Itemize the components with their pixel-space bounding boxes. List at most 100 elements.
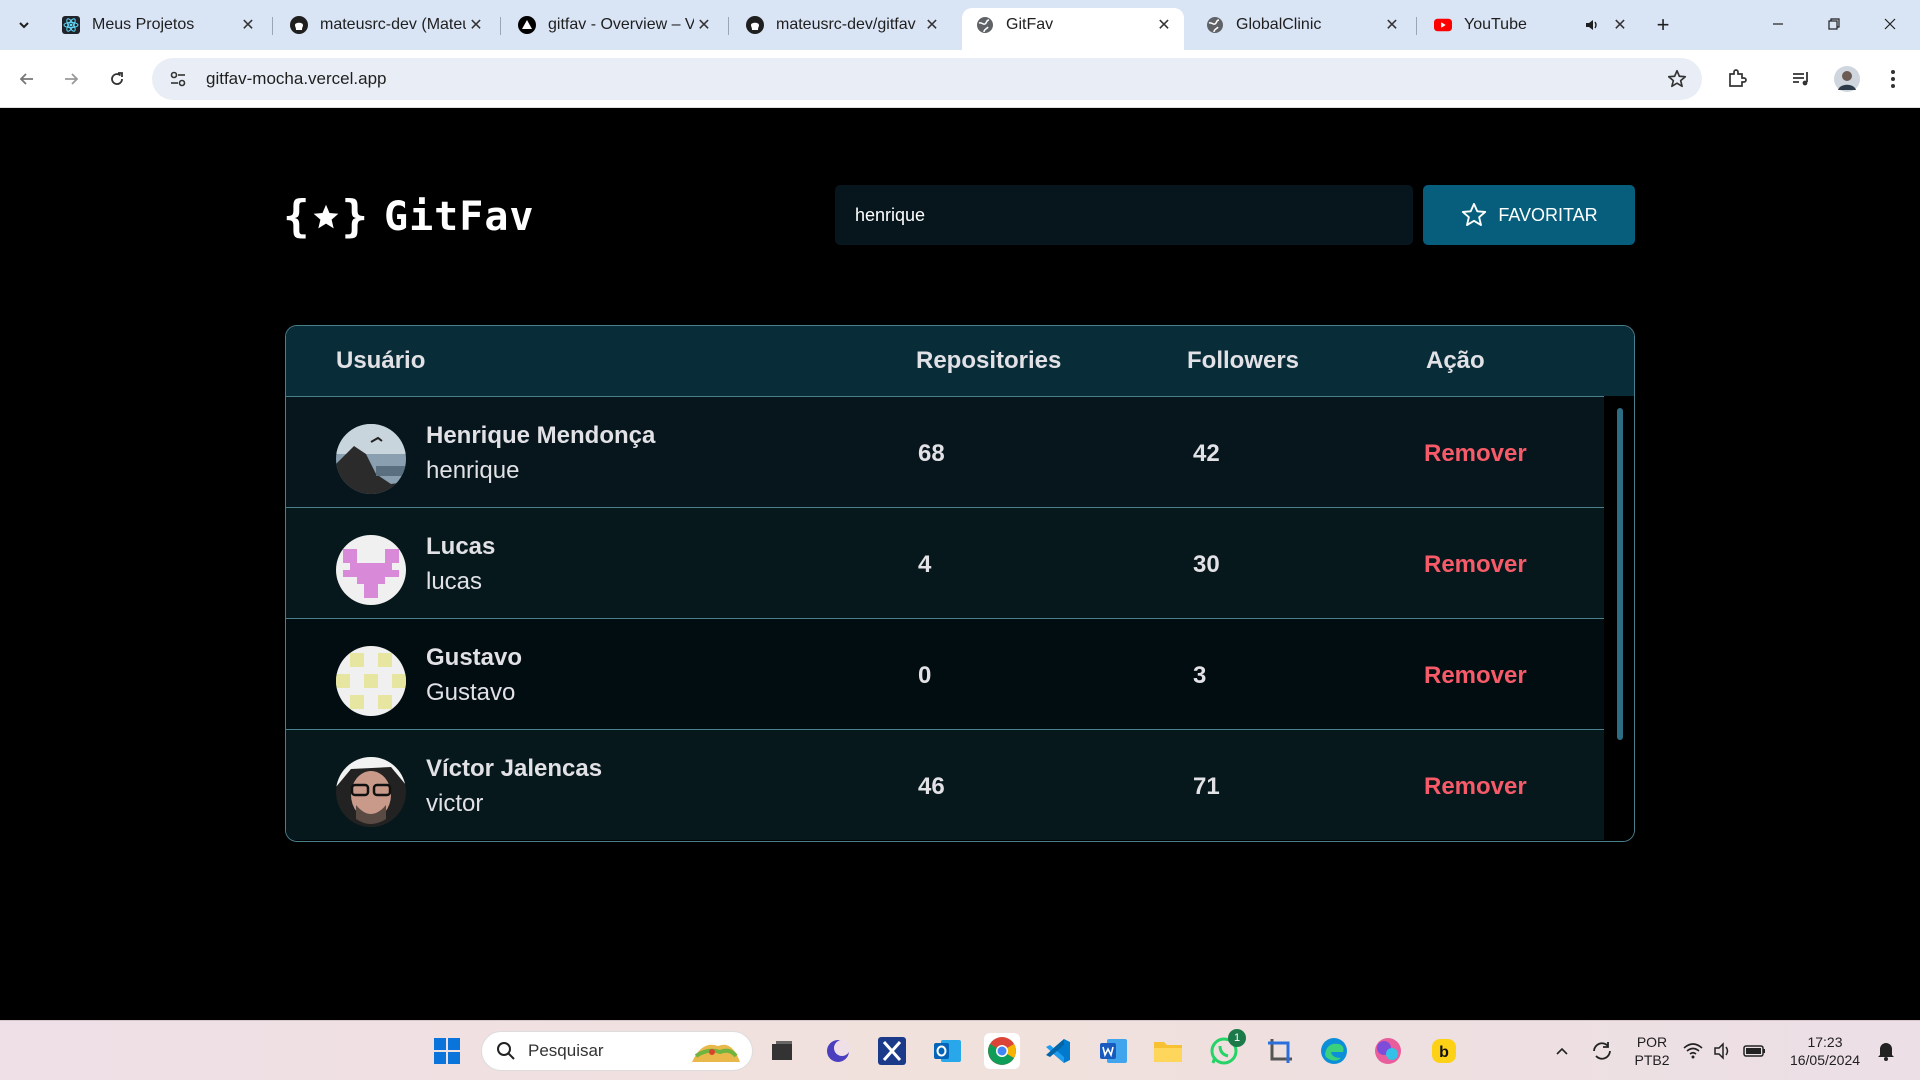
chrome-icon[interactable]	[984, 1033, 1020, 1069]
scrollbar-thumb[interactable]	[1617, 408, 1623, 740]
header-repositories: Repositories	[916, 347, 1062, 374]
user-name: Lucas	[426, 533, 496, 560]
repositories-count: 68	[918, 440, 945, 467]
chevron-up-icon[interactable]	[1544, 1033, 1580, 1069]
search-icon	[497, 1042, 515, 1060]
windows-taskbar: Pesquisar 1 b POR PTB2 17:23 16/05/2024	[0, 1020, 1920, 1080]
tab-separator	[1416, 17, 1417, 35]
media-control-icon[interactable]	[1786, 64, 1816, 94]
header-action: Ação	[1426, 347, 1485, 374]
repositories-count: 46	[918, 773, 945, 800]
logo-text: GitFav	[384, 193, 535, 240]
address-bar[interactable]: gitfav-mocha.vercel.app	[152, 58, 1702, 100]
user-login: henrique	[426, 457, 520, 484]
remove-button[interactable]: Remover	[1424, 773, 1527, 801]
tab-gitfav[interactable]: GitFav ✕	[962, 8, 1184, 50]
close-icon[interactable]: ✕	[922, 15, 942, 35]
speaker-icon[interactable]	[1582, 15, 1602, 35]
notification-bell-icon[interactable]	[1872, 1033, 1900, 1069]
tab-title: mateusrc-dev/gitfav	[776, 16, 916, 33]
tab-globalclinic[interactable]: GlobalClinic ✕	[1192, 8, 1412, 42]
tab-title: GitFav	[1006, 16, 1054, 33]
close-icon[interactable]: ✕	[1382, 15, 1402, 35]
tab-search-button[interactable]	[8, 9, 40, 41]
logo-brace-close: }	[341, 191, 369, 242]
favorites-table: Usuário Repositories Followers Ação Henr…	[285, 325, 1635, 842]
reload-icon[interactable]	[100, 62, 134, 96]
task-view-icon[interactable]	[764, 1033, 800, 1069]
minimize-icon[interactable]	[1754, 8, 1802, 40]
table-row: Henrique Mendonça henrique 68 42 Remover	[286, 396, 1604, 507]
gitfav-logo: { } GitFav	[283, 191, 535, 242]
user-name: Gustavo	[426, 644, 523, 671]
tab-separator	[728, 17, 729, 35]
close-icon[interactable]: ✕	[694, 15, 714, 35]
logo-star-icon	[313, 204, 338, 228]
volume-icon[interactable]	[1710, 1033, 1736, 1069]
browser-tab-bar: Meus Projetos ✕ mateusrc-dev (Mateus ✕ g…	[0, 0, 1920, 50]
close-icon[interactable]: ✕	[238, 15, 258, 35]
globe-icon	[1206, 16, 1224, 34]
word-icon[interactable]	[1096, 1033, 1132, 1069]
profile-avatar[interactable]	[1832, 64, 1862, 94]
vercel-icon	[518, 16, 536, 34]
outlook-icon[interactable]	[930, 1033, 966, 1069]
table-row: Lucas lucas 4 30 Remover	[286, 507, 1604, 618]
tab-youtube[interactable]: YouTube ✕	[1420, 8, 1640, 42]
close-icon[interactable]: ✕	[466, 15, 486, 35]
file-explorer-icon[interactable]	[1150, 1033, 1186, 1069]
wifi-icon[interactable]	[1680, 1033, 1706, 1069]
globe-icon	[976, 16, 994, 34]
battery-icon[interactable]	[1740, 1033, 1770, 1069]
remove-button[interactable]: Remover	[1424, 662, 1527, 690]
notification-badge: 1	[1228, 1029, 1246, 1047]
tab-title: GlobalClinic	[1236, 16, 1322, 33]
app-color-icon[interactable]	[1370, 1033, 1406, 1069]
bookmark-star-icon[interactable]	[1666, 68, 1688, 95]
repositories-count: 0	[918, 662, 932, 689]
avatar	[336, 424, 406, 494]
tab-vercel-overview[interactable]: gitfav - Overview – V ✕	[504, 8, 724, 42]
taskbar-search[interactable]: Pesquisar	[481, 1031, 753, 1071]
avatar	[336, 535, 406, 605]
header-user: Usuário	[336, 347, 426, 374]
github-icon	[290, 16, 308, 34]
windows-start-icon[interactable]	[429, 1033, 465, 1069]
sync-icon[interactable]	[1584, 1033, 1620, 1069]
site-settings-icon[interactable]	[158, 70, 198, 88]
back-arrow-icon[interactable]	[10, 62, 44, 96]
clock-date: 16/05/2024	[1789, 1052, 1861, 1068]
forward-arrow-icon[interactable]	[54, 62, 88, 96]
window-close-icon[interactable]	[1866, 8, 1914, 40]
restore-icon[interactable]	[1810, 8, 1858, 40]
chevron-down-icon	[19, 22, 29, 29]
tab-github-repo[interactable]: mateusrc-dev/gitfav ✕	[732, 8, 952, 42]
new-tab-icon[interactable]: +	[1650, 12, 1676, 38]
search-input[interactable]	[835, 185, 1413, 245]
favorite-button[interactable]: FAVORITAR	[1423, 185, 1635, 245]
edge-icon[interactable]	[1316, 1033, 1352, 1069]
vscode-icon[interactable]	[1040, 1033, 1076, 1069]
bing-b-icon[interactable]: b	[1426, 1033, 1462, 1069]
app-moon-icon[interactable]	[820, 1033, 856, 1069]
remove-button[interactable]: Remover	[1424, 440, 1527, 468]
remove-button[interactable]: Remover	[1424, 551, 1527, 579]
whatsapp-icon[interactable]: 1	[1206, 1029, 1246, 1069]
tab-meus-projetos[interactable]: Meus Projetos ✕	[48, 8, 268, 42]
snipping-tool-icon[interactable]	[1262, 1033, 1298, 1069]
browser-toolbar: gitfav-mocha.vercel.app	[0, 50, 1920, 108]
followers-count: 30	[1193, 551, 1220, 578]
close-icon[interactable]: ✕	[1610, 15, 1630, 35]
repositories-count: 4	[918, 551, 932, 578]
keyboard-layout: PTB2	[1634, 1052, 1670, 1068]
followers-count: 42	[1193, 440, 1220, 467]
user-name: Henrique Mendonça	[426, 422, 656, 449]
close-icon[interactable]: ✕	[1154, 15, 1174, 35]
input-language[interactable]: POR PTB2	[1632, 1033, 1672, 1069]
taskbar-search-placeholder: Pesquisar	[528, 1041, 604, 1060]
clock[interactable]: 17:23 16/05/2024	[1780, 1033, 1870, 1069]
app-x-icon[interactable]	[874, 1033, 910, 1069]
tab-github-profile[interactable]: mateusrc-dev (Mateus ✕	[276, 8, 496, 42]
menu-kebab-icon[interactable]	[1878, 64, 1908, 94]
extensions-icon[interactable]	[1722, 64, 1752, 94]
